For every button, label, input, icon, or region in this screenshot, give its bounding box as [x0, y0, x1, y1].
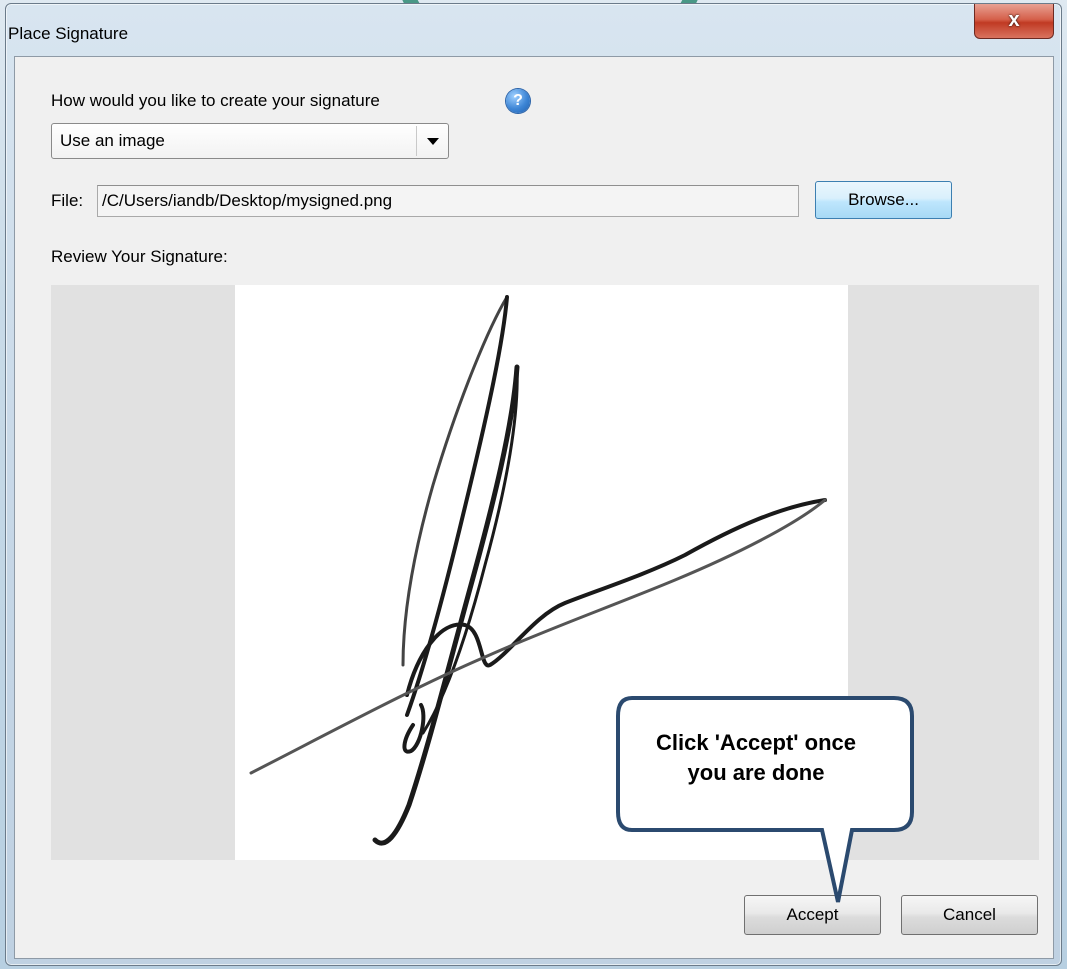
signature-method-label: How would you like to create your signat…: [51, 91, 380, 110]
close-button[interactable]: x: [974, 4, 1054, 39]
file-path-field[interactable]: /C/Users/iandb/Desktop/mysigned.png: [97, 185, 799, 217]
callout-bubble: Click 'Accept' once you are done: [612, 692, 922, 922]
callout-text: Click 'Accept' once you are done: [626, 728, 886, 788]
browse-button[interactable]: Browse...: [815, 181, 952, 219]
callout-line-1: Click 'Accept' once: [656, 730, 856, 755]
dropdown-selected-value: Use an image: [60, 131, 165, 150]
callout-shape: [616, 696, 914, 903]
file-label: File:: [51, 191, 84, 210]
callout-line-2: you are done: [687, 760, 825, 785]
review-signature-label: Review Your Signature:: [51, 247, 228, 266]
chevron-down-icon[interactable]: [416, 126, 446, 156]
title-bar: Place Signature x: [6, 4, 1061, 56]
help-icon[interactable]: ?: [506, 89, 530, 113]
signature-method-dropdown[interactable]: Use an image: [51, 123, 449, 159]
dialog-title: Place Signature: [8, 24, 129, 43]
file-path-value: /C/Users/iandb/Desktop/mysigned.png: [102, 191, 393, 210]
